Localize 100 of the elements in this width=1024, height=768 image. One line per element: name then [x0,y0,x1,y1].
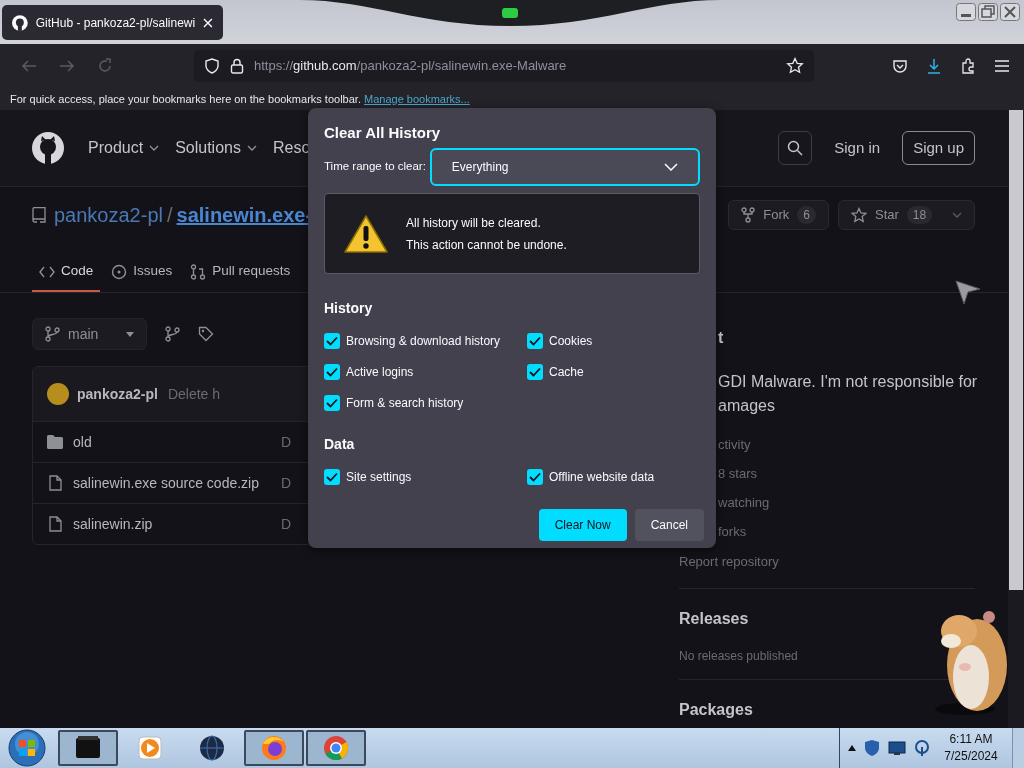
address-bar[interactable]: https://github.com/pankoza2-pl/salinewin.exe-Malware [194,50,814,82]
repo-description: amages [718,396,776,416]
option-label[interactable]: Form & search history [346,393,464,412]
repo-tab[interactable]: Issues [104,253,180,292]
sign-up-button[interactable]: Sign up [902,130,975,166]
minimize-icon[interactable] [956,3,976,21]
maximize-icon[interactable] [978,3,998,21]
dialog-title: Clear All History [324,123,442,142]
manage-bookmarks-link[interactable]: Manage bookmarks... [364,93,470,105]
checkbox[interactable] [324,363,340,380]
empty-note: No releases published [679,648,799,665]
clock-time[interactable]: 6:11 AM [938,731,1004,748]
option-label[interactable]: Cache [549,362,584,381]
section-heading: Data [324,435,356,454]
section-heading: t [718,328,725,348]
monitor-icon[interactable] [888,740,906,756]
nav-link[interactable]: Solutions [175,136,257,160]
bookmark-star-icon[interactable] [786,57,804,75]
checkbox[interactable] [324,332,340,349]
repo-icon [32,207,46,223]
warning-text: All history will be cleared. [406,214,542,232]
stat-link[interactable]: forks [718,517,975,546]
branch-selector[interactable]: main [32,318,147,350]
nav-link[interactable]: Product [88,136,160,160]
time-range-dropdown[interactable]: Everything [429,148,700,186]
warning-text: This action cannot be undone. [406,236,567,254]
fork-button[interactable]: Fork 6 [728,200,829,230]
menu-icon[interactable] [994,59,1010,73]
repo-owner-link[interactable]: pankoza2-pl [54,200,163,230]
fork-icon [741,207,756,223]
folder-icon [47,435,63,449]
file-name[interactable]: salinewin.zip [73,513,281,535]
commit-author[interactable]: pankoza2-pl [77,383,158,405]
file-name[interactable]: salinewin.exe source code.zip [73,472,281,494]
option-label[interactable]: Active logins [346,362,414,381]
extensions-icon[interactable] [960,58,976,74]
search-icon [787,140,804,156]
table-cell-text: D [281,432,292,452]
field-label: Time range to clear: [324,159,426,175]
path-separator: / [166,203,173,228]
checkbox[interactable] [527,332,543,349]
branch-icon[interactable] [165,326,180,342]
play-icon [136,734,164,762]
file-icon [47,516,63,532]
repo-name-link[interactable]: salinewin.exe- [176,200,313,230]
bookmarks-hint: For quick access, place your bookmarks here on the bookmarks toolbar. Manage bookmarks... [0,88,1024,110]
scrollbar-thumb[interactable] [1009,110,1023,590]
shield-icon [204,58,220,74]
chevron-icon [663,163,678,171]
browser-tab[interactable]: GitHub - pankoza2-pl/salinewi [2,5,223,40]
up-arrow-icon[interactable] [848,745,856,751]
logo-icon [12,14,28,31]
cursor-icon [955,280,981,306]
caret-icon [149,145,160,151]
file-name[interactable]: old [73,431,281,453]
checkbox[interactable] [527,468,543,485]
pocket-icon[interactable] [892,58,908,74]
browser-icon [260,734,288,762]
lock-icon [230,58,244,74]
search-button[interactable] [778,131,813,165]
checkbox[interactable] [324,394,340,411]
star-count: 18 [906,206,933,224]
repo-tab[interactable]: Code [32,253,101,292]
stat-link[interactable]: 8 stars [718,459,975,488]
repo-tab[interactable]: Pull requests [183,253,298,292]
taskbar-button[interactable] [58,730,118,766]
speaker-icon[interactable] [914,739,930,757]
file-icon [47,475,63,491]
table-cell-text: D [281,514,292,534]
star-icon [851,207,867,223]
download-icon[interactable] [926,58,942,74]
option-label[interactable]: Browsing & download history [346,331,501,350]
clear-now-button[interactable]: Clear Now [538,509,627,541]
checkbox[interactable] [324,468,340,485]
option-label[interactable]: Cookies [549,331,593,350]
stat-link[interactable]: ctivity [718,430,975,459]
sign-in-link[interactable]: Sign in [834,136,881,160]
section-heading: History [324,299,374,318]
cancel-button[interactable]: Cancel [634,509,704,541]
start-button[interactable] [8,729,46,767]
taskbar-button[interactable] [306,730,366,766]
section-heading: Releases [679,609,750,629]
option-label[interactable]: Site settings [346,467,412,486]
clock-date[interactable]: 7/25/2024 [938,748,1004,765]
star-button[interactable]: Star 18 [838,200,975,230]
tag-icon[interactable] [198,326,214,342]
branch-icon [45,326,60,342]
globe-icon [198,734,226,762]
report-link[interactable]: Report repository [679,547,975,576]
shield-icon[interactable] [864,739,880,757]
option-label[interactable]: Offline website data [549,467,655,486]
checkbox[interactable] [527,363,543,380]
repo-description: GDI Malware. I'm not responsible for [718,372,975,392]
section-heading: Packages [679,700,754,720]
stat-link[interactable]: watching [718,488,975,517]
browser-icon [322,734,350,762]
taskbar-button[interactable] [244,730,304,766]
warning-icon [344,213,388,254]
caret-icon [126,331,134,337]
pull-request-icon [190,263,207,280]
